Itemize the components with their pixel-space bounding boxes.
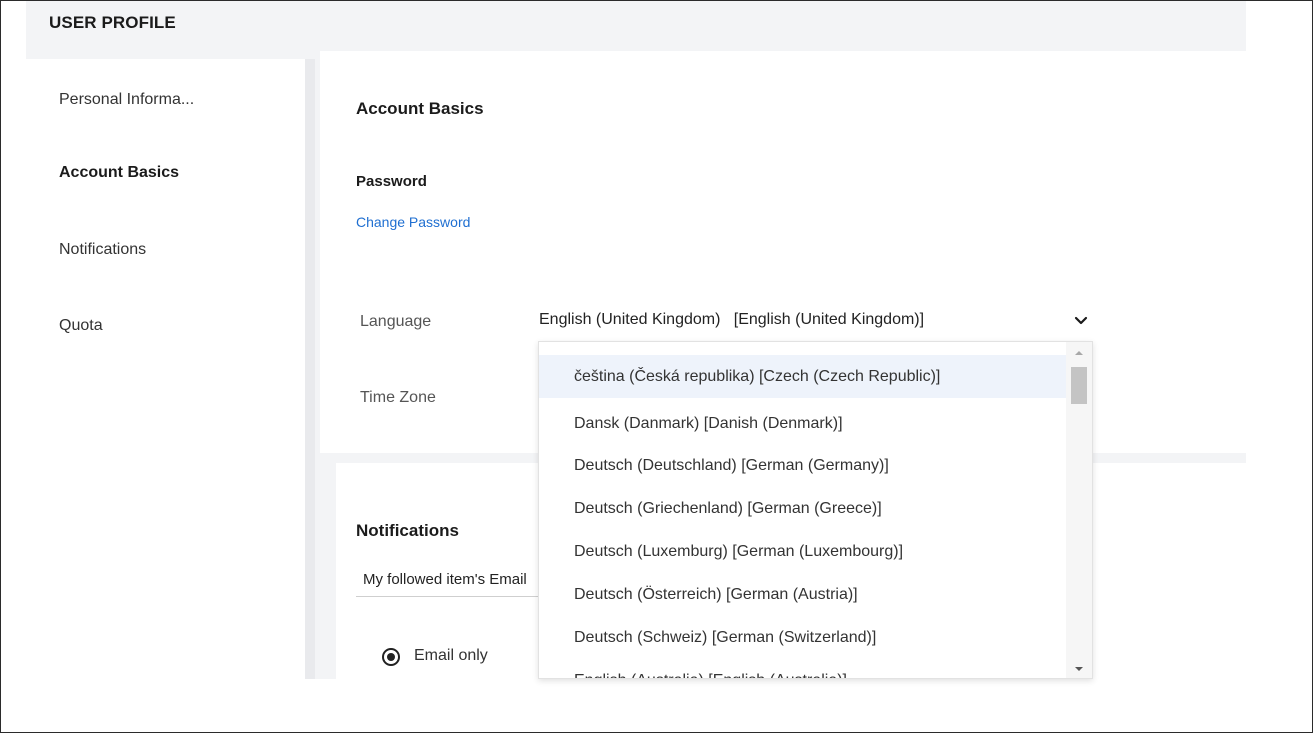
language-option[interactable]: Deutsch (Schweiz) [German (Switzerland)] xyxy=(539,616,1066,659)
radio-email-only-label: Email only xyxy=(414,647,488,664)
language-select[interactable]: English (United Kingdom) [English (Unite… xyxy=(539,303,1099,339)
change-password-link[interactable]: Change Password xyxy=(356,214,470,230)
section-title-account-basics: Account Basics xyxy=(356,99,484,118)
timezone-label: Time Zone xyxy=(360,389,436,406)
language-option[interactable]: čeština (Česká republika) [Czech (Czech … xyxy=(539,355,1066,398)
notification-type-value: My followed item's Email xyxy=(363,571,527,588)
password-heading: Password xyxy=(356,173,427,190)
sidebar-item-personal-information[interactable]: Personal Informa... xyxy=(59,91,194,109)
language-select-value: English (United Kingdom) [English (Unite… xyxy=(539,311,925,328)
caret-down-icon[interactable] xyxy=(1074,664,1084,674)
page-title: USER PROFILE xyxy=(49,13,176,32)
window-frame: USER PROFILE Personal Informa... Account… xyxy=(0,0,1313,733)
section-title-notifications: Notifications xyxy=(356,521,459,540)
sidebar-item-notifications[interactable]: Notifications xyxy=(59,241,146,259)
language-option[interactable]: Deutsch (Deutschland) [German (Germany)] xyxy=(539,444,1066,487)
notification-type-field[interactable]: My followed item's Email xyxy=(356,563,556,597)
sidebar-item-quota[interactable]: Quota xyxy=(59,317,103,335)
language-option[interactable]: Deutsch (Österreich) [German (Austria)] xyxy=(539,573,1066,616)
language-option[interactable]: Deutsch (Griechenland) [German (Greece)] xyxy=(539,487,1066,530)
language-option[interactable]: Dansk (Danmark) [Danish (Denmark)] xyxy=(539,402,1066,445)
caret-up-icon[interactable] xyxy=(1074,348,1084,358)
dropdown-scrollbar[interactable] xyxy=(1066,342,1092,678)
language-option[interactable]: Deutsch (Luxemburg) [German (Luxembourg)… xyxy=(539,530,1066,573)
chevron-down-icon[interactable] xyxy=(1073,313,1089,329)
language-label: Language xyxy=(360,313,432,330)
sidebar-item-account-basics[interactable]: Account Basics xyxy=(59,164,179,182)
language-dropdown-list[interactable]: čeština (Česká republika) [Czech (Czech … xyxy=(538,341,1093,679)
language-option[interactable]: English (Australia) [English (Australia)… xyxy=(539,659,1066,678)
sidebar: Personal Informa... Account Basics Notif… xyxy=(26,59,305,679)
scrollbar-thumb[interactable] xyxy=(1071,367,1087,404)
radio-email-only[interactable] xyxy=(382,648,400,666)
sidebar-divider xyxy=(305,59,315,679)
